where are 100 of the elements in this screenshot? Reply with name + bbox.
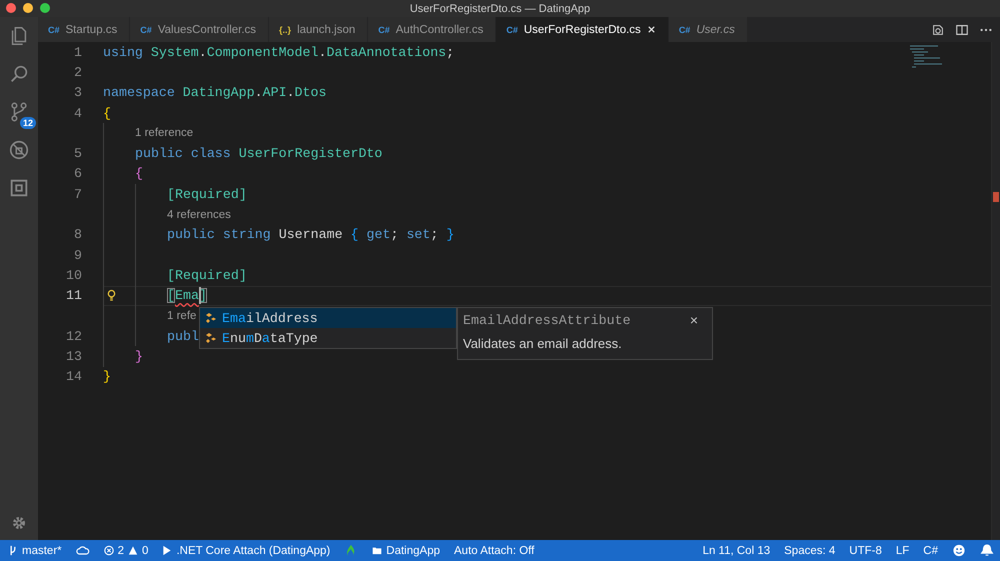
suggestion-item[interactable]: EmailAddress bbox=[200, 308, 456, 328]
lightbulb-icon[interactable] bbox=[107, 288, 116, 302]
code-token: string bbox=[222, 227, 272, 242]
line-number: 2 bbox=[74, 64, 82, 80]
code-token: set bbox=[406, 227, 430, 242]
line-number: 7 bbox=[74, 186, 82, 202]
code-token: ComponentModel bbox=[206, 44, 318, 60]
close-window-button[interactable] bbox=[6, 3, 16, 13]
details-title: EmailAddressAttribute bbox=[463, 312, 631, 328]
branch-icon bbox=[8, 545, 18, 556]
code-token: . bbox=[254, 85, 263, 100]
code-token: { bbox=[350, 227, 360, 242]
suggestion-item[interactable]: EnumDataType bbox=[200, 328, 456, 348]
scrollbar[interactable] bbox=[991, 42, 1000, 540]
class-icon bbox=[204, 331, 218, 345]
editor-tab[interactable]: C# UserForRegisterDto.cs bbox=[496, 17, 669, 42]
code-token: Ema bbox=[174, 288, 199, 304]
file-type-icon: C# bbox=[378, 24, 390, 34]
code-token: . bbox=[318, 44, 326, 60]
folder-item[interactable]: DatingApp bbox=[372, 544, 440, 556]
code-token: ; bbox=[446, 44, 454, 60]
cursor-position[interactable]: Ln 11, Col 13 bbox=[702, 544, 770, 556]
code-token: [Required] bbox=[167, 186, 247, 202]
window-title: UserForRegisterDto.cs — DatingApp bbox=[410, 2, 590, 14]
branch-indicator[interactable]: master* bbox=[8, 544, 62, 556]
line-number: 1 bbox=[74, 44, 82, 60]
close-details-button[interactable]: × bbox=[690, 312, 698, 328]
bell-icon[interactable] bbox=[980, 544, 994, 557]
code-token: ] bbox=[198, 288, 207, 304]
editor-tab[interactable]: C# User.cs bbox=[668, 17, 748, 42]
code-token: { bbox=[103, 106, 111, 121]
code-token: . bbox=[286, 85, 295, 100]
code-token: get bbox=[366, 227, 390, 242]
auto-attach-item[interactable]: Auto Attach: Off bbox=[454, 544, 534, 556]
code-token: . bbox=[198, 44, 207, 60]
smiley-icon[interactable] bbox=[952, 544, 966, 557]
settings-icon[interactable] bbox=[10, 514, 28, 532]
error-marker bbox=[993, 192, 999, 202]
tab-label: UserForRegisterDto.cs bbox=[524, 24, 641, 36]
zoom-window-button[interactable] bbox=[40, 3, 50, 13]
minimize-window-button[interactable] bbox=[23, 3, 33, 13]
reference-count-link[interactable]: 1 reference bbox=[135, 127, 194, 140]
indentation-item[interactable]: Spaces: 4 bbox=[784, 544, 836, 556]
line-number: 6 bbox=[74, 166, 82, 182]
search-icon[interactable] bbox=[8, 63, 30, 85]
file-type-icon: {..} bbox=[279, 24, 292, 34]
line-ending-item[interactable]: LF bbox=[896, 544, 910, 556]
code-token: namespace bbox=[103, 85, 176, 100]
open-changes-icon[interactable] bbox=[931, 22, 945, 36]
debug-launch-item[interactable]: .NET Core Attach (DatingApp) bbox=[162, 544, 330, 556]
code-token: using bbox=[103, 44, 144, 60]
extensions-icon[interactable] bbox=[8, 177, 30, 199]
code-token: } bbox=[103, 369, 111, 384]
cloud-icon[interactable] bbox=[76, 544, 90, 557]
line-number: 9 bbox=[74, 248, 82, 263]
editor-tab[interactable]: {..} launch.json bbox=[269, 17, 368, 42]
file-type-icon: C# bbox=[678, 24, 690, 34]
code-token: API bbox=[262, 85, 287, 100]
code-token: ; bbox=[430, 227, 440, 242]
details-description: Validates an email address. bbox=[463, 336, 623, 351]
line-number: 11 bbox=[66, 288, 82, 304]
code-token: [ bbox=[167, 288, 175, 304]
folder-icon bbox=[372, 545, 382, 556]
tab-label: launch.json bbox=[297, 24, 356, 36]
code-token: [Required] bbox=[167, 268, 247, 283]
close-icon[interactable] bbox=[646, 25, 656, 34]
split-editor-icon[interactable] bbox=[955, 22, 969, 36]
reference-count-link[interactable]: 1 refe bbox=[167, 310, 196, 322]
code-token: } bbox=[135, 349, 143, 364]
debug-icon[interactable] bbox=[8, 139, 30, 161]
tab-label: User.cs bbox=[696, 24, 735, 36]
play-icon bbox=[162, 545, 172, 556]
editor-tab[interactable]: C# Startup.cs bbox=[38, 17, 130, 42]
line-number: 13 bbox=[66, 349, 82, 364]
code-token: public bbox=[135, 146, 184, 162]
line-number: 8 bbox=[74, 227, 82, 242]
language-mode-item[interactable]: C# bbox=[923, 544, 938, 556]
code-token: ; bbox=[390, 227, 400, 242]
code-token: DataAnnotations bbox=[326, 44, 446, 60]
code-token: { bbox=[135, 166, 143, 182]
code-token: class bbox=[190, 146, 232, 162]
encoding-item[interactable]: UTF-8 bbox=[849, 544, 882, 556]
tab-label: Startup.cs bbox=[66, 24, 118, 36]
editor-tab[interactable]: C# AuthController.cs bbox=[368, 17, 496, 42]
code-token: DatingApp bbox=[182, 85, 255, 100]
code-token: UserForRegisterDto bbox=[238, 146, 382, 162]
reference-count-link[interactable]: 4 references bbox=[167, 208, 231, 221]
code-token: Dtos bbox=[294, 85, 326, 100]
line-number: 12 bbox=[66, 328, 82, 344]
code-token: Username bbox=[278, 227, 344, 242]
code-token: public bbox=[167, 227, 216, 242]
problems-indicator[interactable]: 2 0 bbox=[104, 544, 148, 556]
file-type-icon: C# bbox=[48, 24, 60, 34]
editor-tab[interactable]: C# ValuesController.cs bbox=[130, 17, 270, 42]
code-token: publ bbox=[167, 328, 199, 344]
file-type-icon: C# bbox=[506, 24, 518, 34]
class-icon bbox=[204, 311, 218, 325]
line-number: 10 bbox=[66, 268, 82, 283]
line-number: 4 bbox=[74, 106, 82, 121]
changes-count-badge: 12 bbox=[20, 117, 36, 129]
